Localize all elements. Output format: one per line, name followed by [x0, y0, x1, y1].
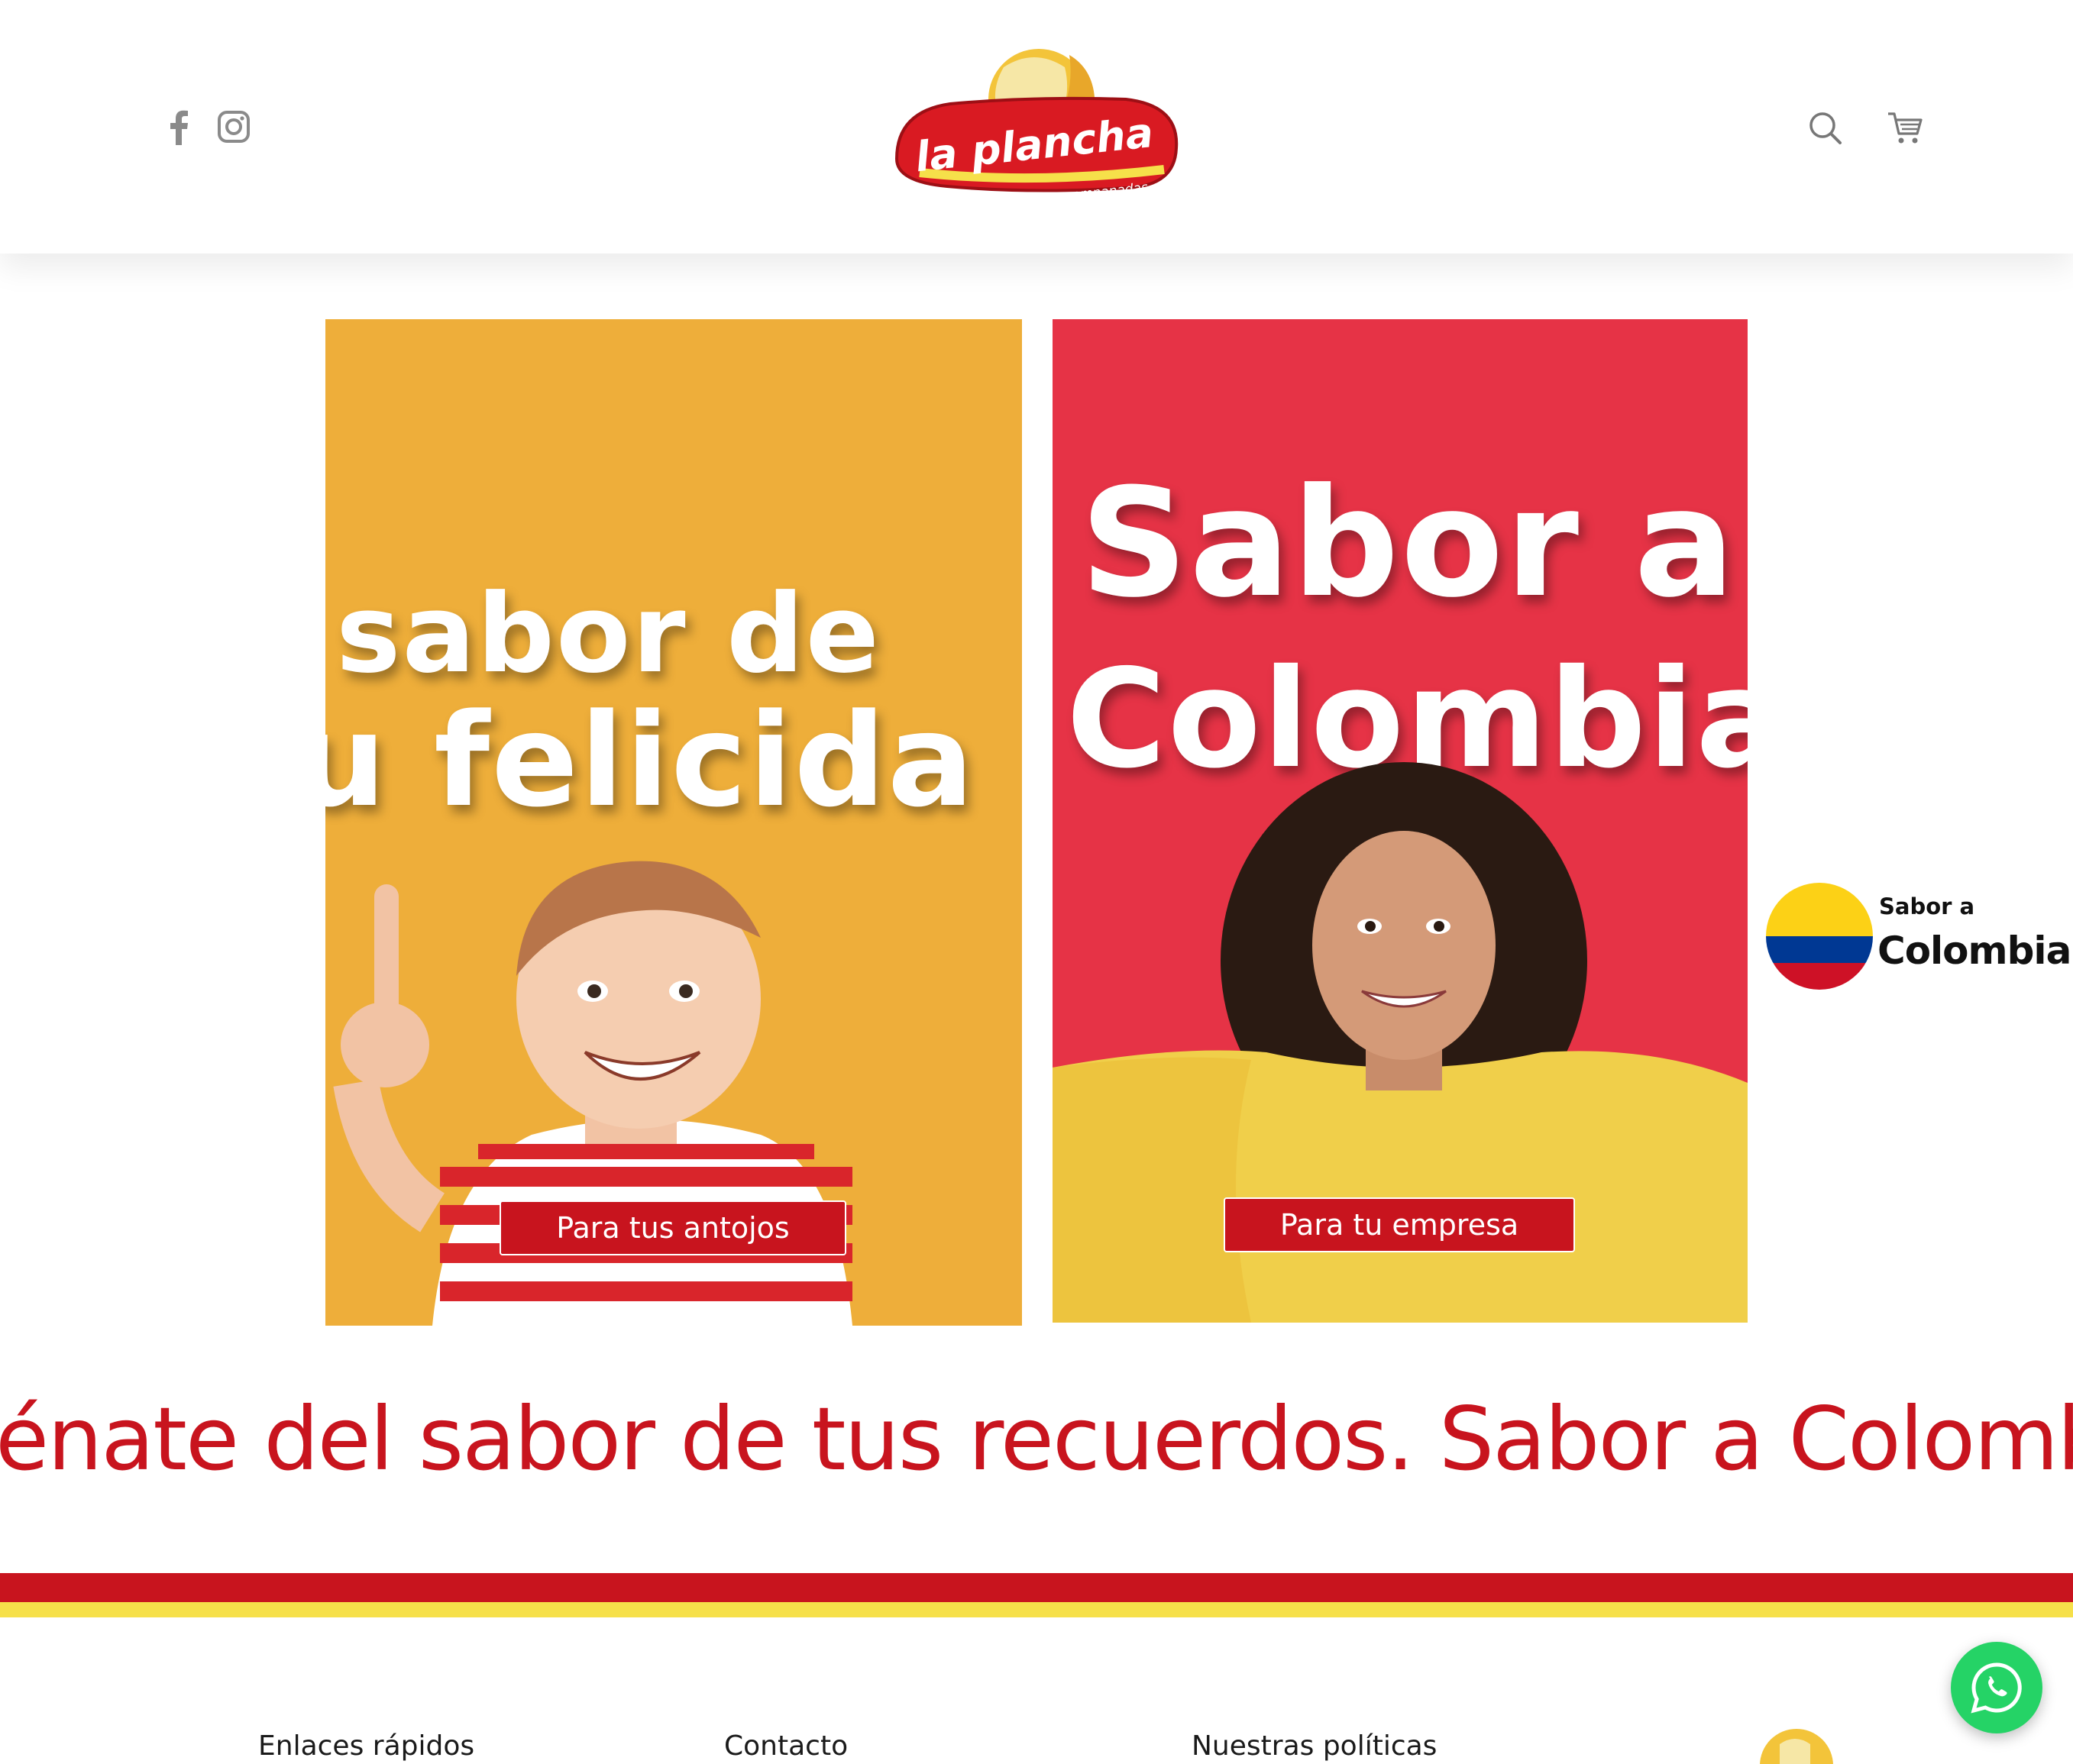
- card-headline-line1: Sabor a: [1080, 457, 1737, 631]
- promo-card-antojos[interactable]: sabor de u felicida Para tus antojos: [325, 319, 1022, 1326]
- footer-heading-contacto: Contacto: [724, 1730, 849, 1762]
- colombia-flag-icon: [1766, 883, 1873, 990]
- para-tus-antojos-button[interactable]: Para tus antojos: [500, 1200, 846, 1255]
- cart-icon[interactable]: [1881, 104, 1929, 153]
- facebook-icon[interactable]: [157, 105, 200, 148]
- whatsapp-chat-button[interactable]: [1951, 1642, 2042, 1733]
- search-icon[interactable]: [1801, 104, 1850, 153]
- tagline-banner: énate del sabor de tus recuerdos. Sabor …: [0, 1388, 2073, 1495]
- para-tu-empresa-button[interactable]: Para tu empresa: [1224, 1197, 1575, 1252]
- tagline-text: énate del sabor de tus recuerdos. Sabor …: [0, 1388, 2073, 1490]
- divider-yellow-stripe: [0, 1602, 2073, 1617]
- card-headline-line1: sabor de: [336, 571, 881, 697]
- site-logo[interactable]: la plancha Arepas y empanadas: [889, 44, 1182, 209]
- promo-card-empresa[interactable]: Sabor a Colombia Para tu empresa: [1053, 319, 1748, 1323]
- badge-big-text: Colombia: [1877, 929, 2071, 973]
- footer-heading-politicas: Nuestras políticas: [1192, 1730, 1438, 1762]
- footer-heading-enlaces: Enlaces rápidos: [258, 1730, 475, 1762]
- sabor-a-colombia-badge[interactable]: Sabor a Colombia: [1766, 877, 2073, 993]
- footer-logo: [1760, 1729, 1833, 1764]
- whatsapp-icon: [1971, 1662, 2022, 1714]
- badge-small-text: Sabor a: [1879, 893, 1975, 919]
- divider-red-stripe: [0, 1573, 2073, 1602]
- instagram-icon[interactable]: [212, 105, 255, 148]
- site-header: la plancha Arepas y empanadas: [0, 0, 2073, 254]
